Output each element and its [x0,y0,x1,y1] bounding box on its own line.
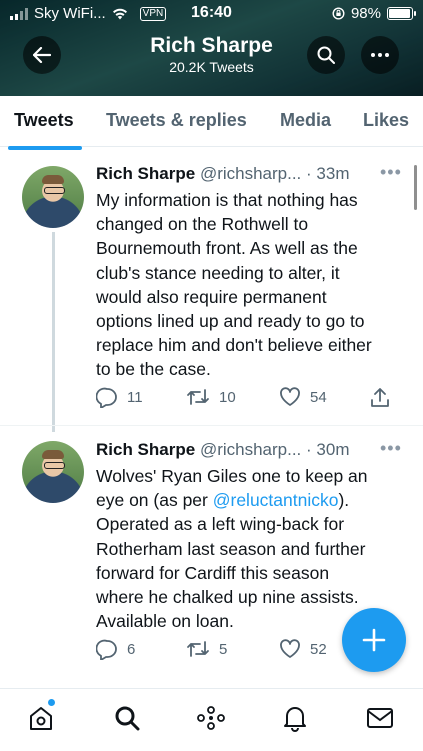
tweet-line: would also require permanent [96,286,327,307]
search-icon [317,46,335,64]
rotation-lock-icon [332,7,345,20]
spaces-icon [197,706,225,730]
home-notification-dot [48,699,55,706]
tweet-line: club's stance needing to alter, it [96,262,340,283]
tweet-meta: Rich Sharpe @richsharp... · 33m [96,164,350,184]
tweet-text-fragment: eye on (as per [96,490,213,511]
retweet-icon [187,641,209,657]
active-tab-indicator [8,146,82,150]
retweet-count: 5 [219,640,228,658]
tweet-meta: Rich Sharpe @richsharp... · 30m [96,440,350,460]
avatar[interactable] [22,166,84,228]
heart-icon [280,387,300,406]
retweet-button[interactable]: 5 [186,639,227,659]
tweet-divider [0,425,423,426]
mention-link[interactable]: @reluctantnicko [213,490,339,510]
like-count: 54 [310,388,327,406]
compose-tweet-button[interactable] [342,608,406,672]
tweet-line: Rotherham last season and further [96,538,366,559]
tweet-text: Wolves' Ryan Giles one to keep an eye on… [96,464,406,633]
tweet-line: My information is that nothing has [96,190,358,210]
tab-likes[interactable]: Likes [363,110,409,131]
like-count: 52 [310,640,327,658]
search-icon [115,706,140,731]
more-dots-icon [371,53,389,57]
nav-home[interactable] [26,703,56,733]
profile-tabs: Tweets Tweets & replies Media Likes [0,96,423,147]
tweet-handle[interactable]: @richsharp... [200,164,301,183]
tweet-line: Operated as a left wing-back for [96,514,345,535]
tweet-line: replace him and don't believe either [96,335,372,356]
bell-icon [284,707,306,732]
reply-button[interactable]: 11 [96,387,143,408]
status-bar: Sky WiFi... VPN 16:40 98% [0,0,423,28]
tweet-line: changed on the Rothwell to [96,214,309,235]
tweet-count: 20.2K Tweets [169,59,254,75]
avatar[interactable] [22,441,84,503]
nav-search[interactable] [112,703,142,733]
profile-name: Rich Sharpe [150,34,273,57]
share-icon [371,388,389,407]
tweet-author-name[interactable]: Rich Sharpe [96,164,195,183]
search-button[interactable] [307,36,345,74]
tweet-text-fragment: ). [338,490,350,511]
tweet-line: Wolves' Ryan Giles one to keep an [96,466,368,486]
tab-media[interactable]: Media [280,110,331,131]
tweet-time: · 30m [306,440,350,459]
share-button[interactable] [370,387,390,408]
retweet-count: 10 [219,388,236,406]
tweet-time: · 33m [306,164,350,183]
plus-icon [362,628,386,652]
tab-tweets[interactable]: Tweets [14,110,74,131]
tweet-menu-button[interactable]: ••• [380,162,402,183]
bottom-navigation [0,688,423,751]
battery-percent: 98% [350,5,381,22]
retweet-icon [187,389,209,405]
battery-icon [387,7,416,20]
tweet-handle[interactable]: @richsharp... [200,440,301,459]
reply-count: 6 [127,641,136,658]
home-icon [30,707,52,730]
nav-spaces[interactable] [196,703,226,733]
reply-icon [96,639,117,660]
tweet-line: where he chalked up nine assists. [96,587,359,608]
reply-button[interactable]: 6 [96,639,135,660]
tweet-menu-button[interactable]: ••• [380,438,402,459]
tweet-line: Bournemouth front. As well as the [96,238,358,259]
mail-icon [367,708,393,728]
reply-count: 11 [127,389,143,406]
scrollbar[interactable] [414,165,417,210]
tweet-text: My information is that nothing has chang… [96,188,406,382]
thread-line [52,232,55,432]
reply-icon [96,387,117,408]
like-button[interactable]: 54 [279,387,327,407]
nav-messages[interactable] [365,703,395,733]
tweet-author-name[interactable]: Rich Sharpe [96,440,195,459]
tweet-actions: 11 10 54 [96,387,396,409]
heart-icon [280,639,300,658]
tweet-line: to be the case. [96,359,211,380]
nav-notifications[interactable] [280,703,310,733]
tab-tweets-replies[interactable]: Tweets & replies [106,110,247,131]
tweet-line: options lined up and ready to go to [96,311,365,332]
more-options-button[interactable] [361,36,399,74]
tweet-line: eye on (as per @reluctantnicko). [96,488,406,512]
profile-header: Sky WiFi... VPN 16:40 98% Rich Sharpe 20… [0,0,423,96]
retweet-button[interactable]: 10 [186,387,236,407]
like-button[interactable]: 52 [279,639,327,659]
header-title: Rich Sharpe 20.2K Tweets [0,34,423,75]
tweet-line: forward for Cardiff this season [96,562,330,583]
